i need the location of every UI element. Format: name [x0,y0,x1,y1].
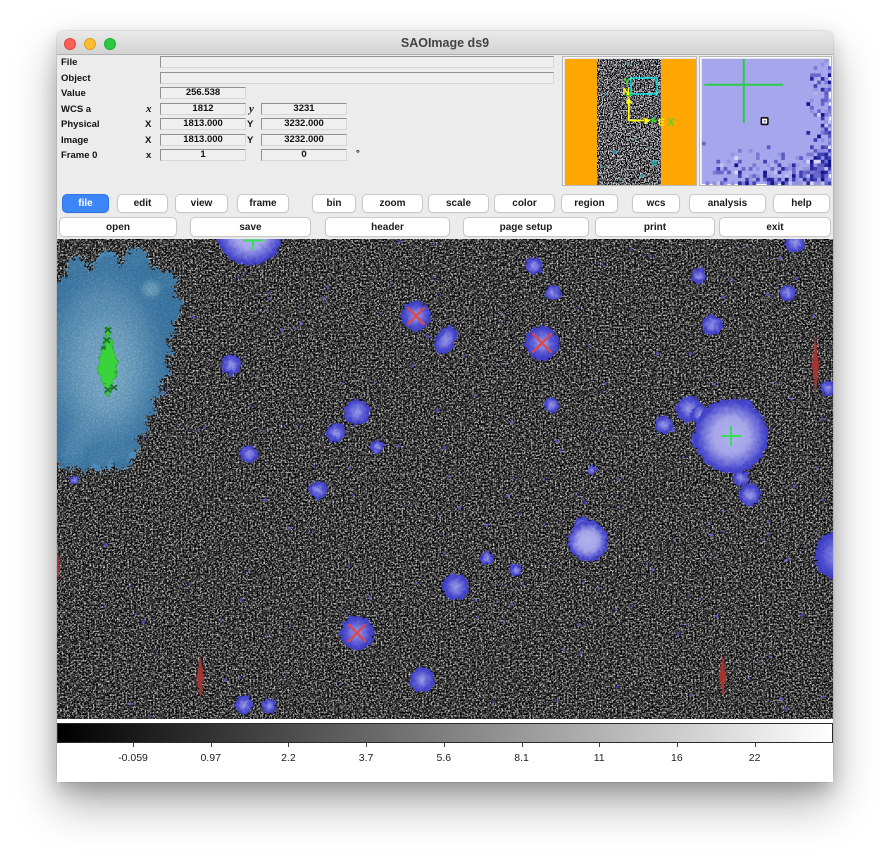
svg-text:N: N [623,87,630,98]
svg-text:X: X [668,118,675,129]
svg-text:E: E [658,118,665,129]
